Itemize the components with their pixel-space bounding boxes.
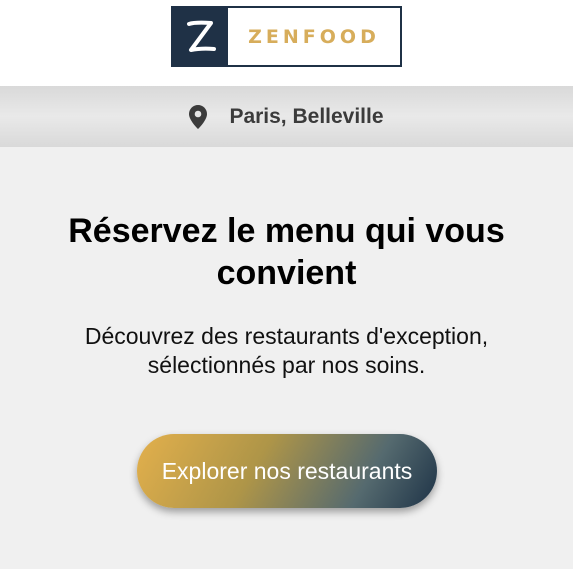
map-pin-icon (189, 104, 208, 129)
hero-section: Réservez le menu qui vous convient Décou… (0, 147, 573, 569)
explore-restaurants-button[interactable]: Explorer nos restaurants (137, 434, 437, 508)
hero-title: Réservez le menu qui vous convient (68, 212, 505, 292)
zenfood-logo[interactable]: ZENFOOD (171, 6, 402, 67)
location-label: Paris, Belleville (229, 104, 384, 128)
location-bar[interactable]: Paris, Belleville (0, 86, 573, 147)
logo-wordmark: ZENFOOD (248, 25, 380, 48)
z-logo-icon (186, 20, 216, 52)
logo-mark (173, 8, 228, 65)
location-selector[interactable]: Paris, Belleville (189, 104, 384, 129)
site-header: ZENFOOD (0, 0, 573, 86)
hero-subtitle: Découvrez des restaurants d'exception, s… (84, 323, 489, 378)
